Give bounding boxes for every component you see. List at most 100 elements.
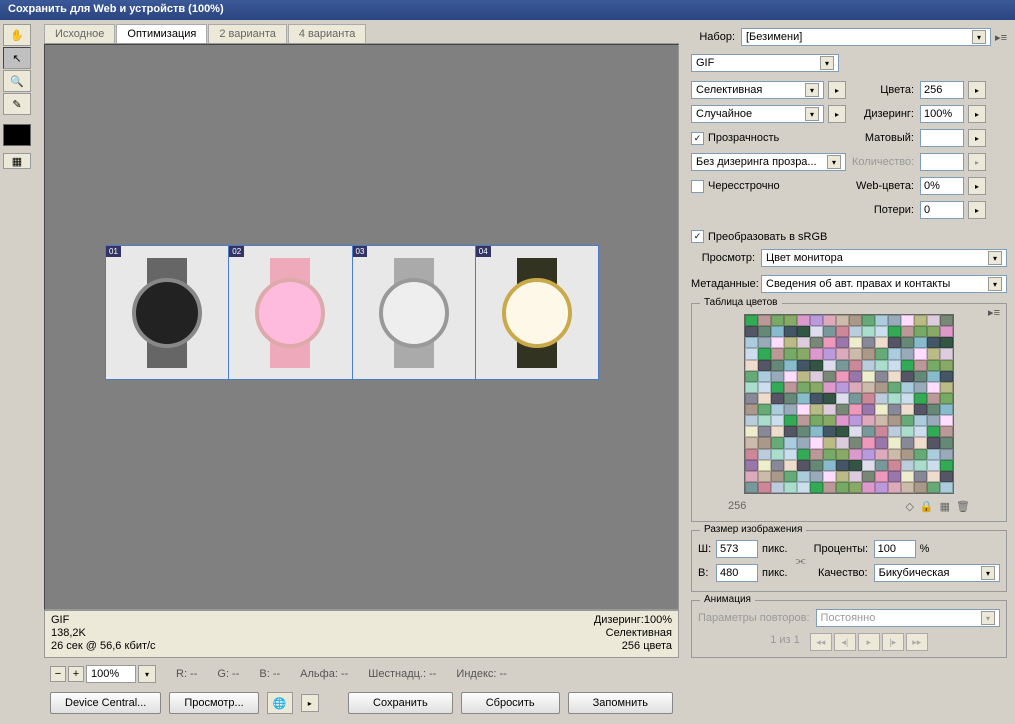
color-swatch[interactable] xyxy=(914,348,927,359)
matte-swatch[interactable] xyxy=(920,129,964,147)
color-swatch[interactable] xyxy=(849,471,862,482)
color-swatch[interactable] xyxy=(771,371,784,382)
color-swatch[interactable] xyxy=(771,482,784,493)
slice-04[interactable]: 04 xyxy=(476,246,598,379)
color-swatch[interactable] xyxy=(836,471,849,482)
color-swatch[interactable] xyxy=(771,393,784,404)
color-swatch[interactable] xyxy=(810,471,823,482)
color-swatch[interactable] xyxy=(901,460,914,471)
color-swatch[interactable] xyxy=(862,482,875,493)
color-swatch[interactable] xyxy=(823,371,836,382)
color-swatch[interactable] xyxy=(771,471,784,482)
color-swatch[interactable] xyxy=(849,382,862,393)
color-swatch[interactable] xyxy=(784,460,797,471)
color-swatch[interactable] xyxy=(745,337,758,348)
color-swatch[interactable] xyxy=(836,326,849,337)
eyedropper-tool[interactable]: ✎ xyxy=(3,93,31,115)
tab-original[interactable]: Исходное xyxy=(44,24,115,43)
matte-flyout[interactable]: ▸ xyxy=(968,129,986,147)
color-swatch[interactable] xyxy=(940,382,953,393)
color-swatch[interactable] xyxy=(810,348,823,359)
color-swatch[interactable] xyxy=(849,415,862,426)
color-swatch[interactable] xyxy=(784,315,797,326)
color-swatch[interactable] xyxy=(849,393,862,404)
color-swatch[interactable] xyxy=(797,404,810,415)
color-swatch[interactable] xyxy=(797,460,810,471)
color-swatch[interactable] xyxy=(810,415,823,426)
color-swatch[interactable] xyxy=(758,471,771,482)
color-swatch[interactable] xyxy=(901,348,914,359)
color-swatch[interactable] xyxy=(771,437,784,448)
color-swatch[interactable] xyxy=(862,382,875,393)
color-swatch[interactable] xyxy=(810,460,823,471)
color-swatch[interactable] xyxy=(823,415,836,426)
color-swatch[interactable] xyxy=(810,315,823,326)
color-swatch[interactable] xyxy=(940,315,953,326)
color-swatch[interactable] xyxy=(784,393,797,404)
convert-srgb-checkbox[interactable]: ✓ xyxy=(691,230,704,243)
color-swatch[interactable] xyxy=(927,437,940,448)
color-swatch[interactable] xyxy=(888,426,901,437)
save-button[interactable]: Сохранить xyxy=(348,692,453,714)
color-swatch[interactable] xyxy=(875,337,888,348)
color-swatch[interactable] xyxy=(810,426,823,437)
color-swatch[interactable] xyxy=(888,326,901,337)
color-swatch[interactable] xyxy=(940,404,953,415)
color-swatch[interactable] xyxy=(888,360,901,371)
color-swatch[interactable] xyxy=(849,426,862,437)
dither-flyout[interactable]: ▸ xyxy=(828,105,846,123)
color-swatch[interactable] xyxy=(875,471,888,482)
dither-method-dropdown[interactable]: Случайное▾ xyxy=(691,105,824,123)
remember-button[interactable]: Запомнить xyxy=(568,692,673,714)
transparency-checkbox[interactable]: ✓ xyxy=(691,132,704,145)
color-swatch[interactable] xyxy=(771,426,784,437)
preview-profile-dropdown[interactable]: Цвет монитора▾ xyxy=(761,249,1007,267)
color-swatch[interactable] xyxy=(940,426,953,437)
slice-01[interactable]: 01 xyxy=(106,246,229,379)
color-swatch[interactable] xyxy=(771,382,784,393)
color-swatch[interactable] xyxy=(745,348,758,359)
tab-4up[interactable]: 4 варианта xyxy=(288,24,367,43)
color-swatch[interactable] xyxy=(888,404,901,415)
color-swatch[interactable] xyxy=(745,393,758,404)
color-swatch[interactable] xyxy=(836,415,849,426)
color-swatch[interactable] xyxy=(901,393,914,404)
color-swatch[interactable] xyxy=(901,382,914,393)
color-swatch[interactable] xyxy=(797,315,810,326)
color-swatch[interactable] xyxy=(758,393,771,404)
color-swatch[interactable] xyxy=(810,382,823,393)
color-swatch[interactable] xyxy=(784,337,797,348)
color-swatch[interactable] xyxy=(849,371,862,382)
color-swatch[interactable] xyxy=(771,360,784,371)
color-swatch[interactable] xyxy=(784,404,797,415)
zoom-dropdown[interactable]: ▾ xyxy=(138,665,156,683)
color-swatch[interactable] xyxy=(810,326,823,337)
color-swatch[interactable] xyxy=(836,437,849,448)
color-swatch[interactable] xyxy=(888,382,901,393)
color-swatch[interactable] xyxy=(810,404,823,415)
color-swatch[interactable] xyxy=(836,348,849,359)
color-swatch[interactable] xyxy=(940,415,953,426)
color-swatch[interactable] xyxy=(849,337,862,348)
color-swatch[interactable] xyxy=(888,315,901,326)
color-swatch[interactable] xyxy=(849,460,862,471)
color-swatch[interactable] xyxy=(797,337,810,348)
color-swatch[interactable] xyxy=(810,482,823,493)
color-swatch[interactable] xyxy=(875,371,888,382)
color-swatch[interactable] xyxy=(784,426,797,437)
color-swatch[interactable] xyxy=(797,393,810,404)
colors-flyout[interactable]: ▸ xyxy=(968,81,986,99)
zoom-in-button[interactable]: + xyxy=(68,666,84,682)
color-swatch[interactable] xyxy=(940,393,953,404)
color-swatch[interactable] xyxy=(849,326,862,337)
color-swatch[interactable] xyxy=(784,482,797,493)
color-swatch[interactable] xyxy=(745,382,758,393)
color-swatch[interactable] xyxy=(927,348,940,359)
color-swatch[interactable] xyxy=(784,437,797,448)
dither-amount-flyout[interactable]: ▸ xyxy=(968,105,986,123)
color-swatch[interactable] xyxy=(862,415,875,426)
color-swatch[interactable] xyxy=(823,337,836,348)
color-swatch[interactable] xyxy=(745,371,758,382)
color-swatch[interactable] xyxy=(875,426,888,437)
color-swatch[interactable] xyxy=(758,449,771,460)
